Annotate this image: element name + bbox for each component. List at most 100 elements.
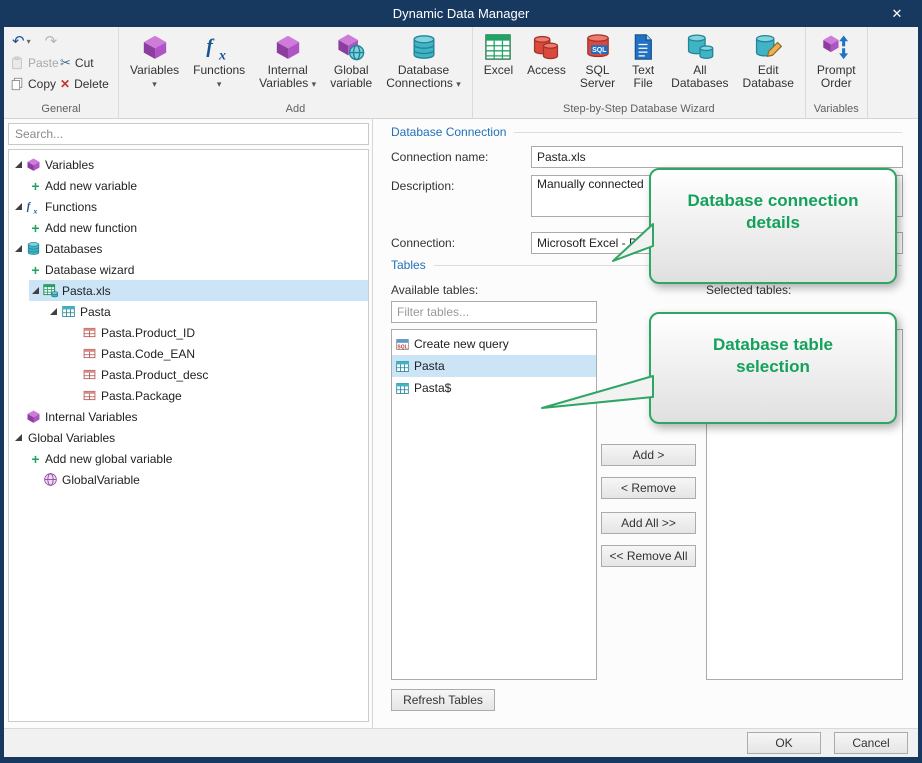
remove-all-tables-button[interactable]: << Remove All xyxy=(601,545,696,567)
cancel-button[interactable]: Cancel xyxy=(834,732,908,754)
tree-item-databases[interactable]: Databases xyxy=(9,238,368,259)
field-icon xyxy=(81,325,98,340)
add-internal-variables-button[interactable]: Internal Variables ▾ xyxy=(252,30,323,91)
group-label-wizard: Step-by-Step Database Wizard xyxy=(473,102,805,118)
filter-tables-input[interactable] xyxy=(391,301,597,323)
tree-item-global-variables[interactable]: Global Variables xyxy=(9,427,368,448)
global-variable-icon xyxy=(337,33,365,61)
internal-variable-cube-icon xyxy=(274,33,302,61)
wizard-all-databases-button[interactable]: All Databases xyxy=(664,30,735,90)
scissors-icon: ✂ xyxy=(60,55,71,71)
tree-item-internal-variables[interactable]: Internal Variables xyxy=(9,406,368,427)
tree-item-add-new-function[interactable]: + Add new function xyxy=(9,217,368,238)
wizard-edit-database-button[interactable]: Edit Database xyxy=(736,30,801,90)
database-icon xyxy=(410,33,438,61)
cut-button[interactable]: ✂ Cut xyxy=(60,55,118,71)
ribbon-group-variables: Prompt Order Variables xyxy=(806,27,868,118)
excel-icon xyxy=(484,33,512,61)
title-bar: Dynamic Data Manager ✕ xyxy=(0,0,922,27)
tree-item-pasta-table[interactable]: Pasta xyxy=(9,301,368,322)
plus-icon: + xyxy=(29,220,42,236)
tree-item-pasta-code-ean[interactable]: Pasta.Code_EAN xyxy=(9,343,368,364)
tree-item-pasta-xls[interactable]: Pasta.xls xyxy=(9,280,368,301)
table-icon xyxy=(395,381,410,396)
callout-tail xyxy=(539,372,655,412)
add-functions-button[interactable]: Functions ▾ xyxy=(186,30,252,91)
chevron-down-icon: ▾ xyxy=(312,79,317,89)
connection-label: Connection: xyxy=(391,236,455,250)
sql-server-icon xyxy=(584,33,612,61)
dynamic-data-manager-window: Dynamic Data Manager ✕ ↶ ▾ ↷ xyxy=(0,0,922,763)
group-label-variables: Variables xyxy=(806,102,867,118)
text-file-icon xyxy=(629,33,657,61)
expand-arrow-icon[interactable] xyxy=(47,308,60,315)
function-fx-icon xyxy=(25,199,42,214)
plus-icon: + xyxy=(29,178,42,194)
add-table-button[interactable]: Add > xyxy=(601,444,696,466)
expand-arrow-icon[interactable] xyxy=(12,161,25,168)
tree-item-pasta-product-id[interactable]: Pasta.Product_ID xyxy=(9,322,368,343)
connection-name-label: Connection name: xyxy=(391,150,488,164)
copy-button[interactable]: Copy xyxy=(10,77,60,91)
database-icon xyxy=(25,241,42,256)
tree-item-pasta-product-desc[interactable]: Pasta.Product_desc xyxy=(9,364,368,385)
expand-arrow-icon[interactable] xyxy=(12,203,25,210)
tree-item-functions[interactable]: Functions xyxy=(9,196,368,217)
paste-button[interactable]: Paste xyxy=(10,56,60,70)
wizard-excel-button[interactable]: Excel xyxy=(477,30,520,77)
remove-table-button[interactable]: < Remove xyxy=(601,477,696,499)
sidebar: Variables + Add new variable xyxy=(4,119,373,728)
variable-cube-icon xyxy=(141,33,169,61)
details-panel: Database Connection Connection name: Des… xyxy=(373,119,918,728)
prompt-order-icon xyxy=(822,33,850,61)
expand-arrow-icon[interactable] xyxy=(12,434,25,441)
tree: Variables + Add new variable xyxy=(8,149,369,722)
redo-button[interactable]: ↷ xyxy=(45,32,58,50)
add-variables-button[interactable]: Variables ▾ xyxy=(123,30,186,91)
add-global-variable-button[interactable]: Global variable xyxy=(323,30,379,90)
ok-button[interactable]: OK xyxy=(747,732,821,754)
wizard-access-button[interactable]: Access xyxy=(520,30,573,77)
ribbon: ↶ ▾ ↷ Paste xyxy=(4,27,918,119)
redo-icon: ↷ xyxy=(45,32,58,50)
field-icon xyxy=(81,388,98,403)
section-database-connection: Database Connection xyxy=(391,125,902,139)
chevron-down-icon: ▾ xyxy=(217,79,222,89)
search-input[interactable] xyxy=(8,123,369,145)
delete-icon: ✕ xyxy=(60,77,70,91)
undo-button[interactable]: ↶ ▾ xyxy=(12,32,31,50)
connection-name-input[interactable] xyxy=(531,146,903,168)
tree-item-variables[interactable]: Variables xyxy=(9,154,368,175)
tree-item-globalvariable[interactable]: GlobalVariable xyxy=(9,469,368,490)
callout-database-table-selection: Database table selection xyxy=(649,312,897,424)
window-title: Dynamic Data Manager xyxy=(0,0,922,27)
excel-database-icon xyxy=(42,283,59,298)
add-database-connections-button[interactable]: Database Connections ▾ xyxy=(379,30,468,91)
expand-arrow-icon[interactable] xyxy=(29,287,42,294)
wizard-text-file-button[interactable]: Text File xyxy=(622,30,664,90)
sql-query-icon xyxy=(395,337,410,352)
table-icon xyxy=(395,359,410,374)
close-icon[interactable]: ✕ xyxy=(878,0,916,27)
add-all-tables-button[interactable]: Add All >> xyxy=(601,512,696,534)
prompt-order-button[interactable]: Prompt Order xyxy=(810,30,863,90)
tree-item-add-new-global-variable[interactable]: + Add new global variable xyxy=(9,448,368,469)
tree-item-pasta-package[interactable]: Pasta.Package xyxy=(9,385,368,406)
refresh-tables-button[interactable]: Refresh Tables xyxy=(391,689,495,711)
selected-tables-label: Selected tables: xyxy=(706,283,791,297)
wizard-sql-server-button[interactable]: SQL Server xyxy=(573,30,622,90)
ribbon-group-add: Variables ▾ Functions ▾ Internal Variabl… xyxy=(119,27,473,118)
tree-item-add-new-variable[interactable]: + Add new variable xyxy=(9,175,368,196)
access-icon xyxy=(532,33,560,61)
tree-item-database-wizard[interactable]: + Database wizard xyxy=(9,259,368,280)
group-label-general: General xyxy=(4,102,118,118)
delete-button[interactable]: ✕ Delete xyxy=(60,77,118,91)
list-item-create-new-query[interactable]: Create new query xyxy=(392,333,596,355)
callout-database-connection-details: Database connection details xyxy=(649,168,897,284)
field-icon xyxy=(81,346,98,361)
undo-icon: ↶ xyxy=(12,32,25,50)
variable-cube-icon xyxy=(25,157,42,172)
plus-icon: + xyxy=(29,262,42,278)
expand-arrow-icon[interactable] xyxy=(12,245,25,252)
callout-tail xyxy=(610,218,654,264)
